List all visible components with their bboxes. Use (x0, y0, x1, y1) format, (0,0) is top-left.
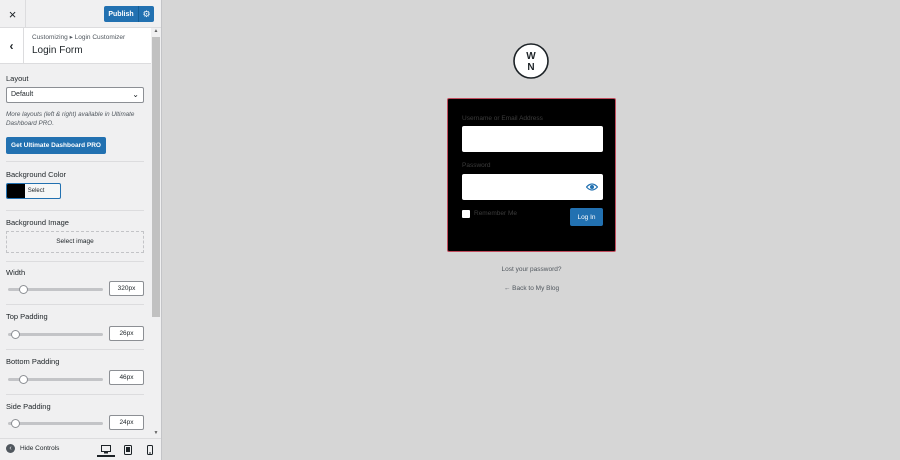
slider-handle[interactable] (18, 285, 28, 294)
divider (6, 304, 144, 305)
customizer-sidebar: × Publish ⚙ ‹ Customizing ▸ Login Custom… (0, 0, 162, 460)
layout-selected-value: Default (11, 91, 34, 98)
background-color-label: Background Color (6, 170, 67, 179)
get-pro-button[interactable]: Get Ultimate Dashboard PRO (6, 137, 106, 154)
side-padding-label: Side Padding (6, 402, 51, 411)
select-image-button[interactable]: Select image (6, 231, 144, 253)
scrollbar[interactable]: ▲ ▼ (151, 28, 161, 438)
divider (6, 161, 144, 162)
color-swatch (7, 184, 25, 198)
password-label: Password (462, 162, 491, 169)
slider-handle[interactable] (18, 375, 28, 384)
scroll-up-icon[interactable]: ▲ (151, 28, 161, 36)
lost-password-link[interactable]: Lost your password? (447, 266, 616, 273)
side-padding-slider[interactable] (8, 419, 103, 428)
log-in-button[interactable]: Log In (570, 208, 603, 226)
close-icon[interactable]: × (0, 0, 26, 28)
controls-panel: Layout Default ⌄ More layouts (left & ri… (0, 64, 151, 438)
collapse-icon: ‹ (6, 444, 15, 453)
width-label: Width (6, 268, 26, 277)
remember-me-checkbox[interactable] (462, 210, 470, 218)
slider-handle[interactable] (11, 419, 21, 428)
back-arrow-icon[interactable]: ‹ (0, 28, 24, 64)
gear-icon[interactable]: ⚙ (138, 6, 154, 22)
slider-handle[interactable] (11, 330, 21, 339)
back-to-blog-link[interactable]: ← Back to My Blog (447, 285, 616, 292)
select-color-button[interactable]: Select Color (6, 183, 61, 199)
bottom-padding-label: Bottom Padding (6, 357, 60, 366)
select-color-label: Select Color (27, 188, 45, 194)
password-input[interactable] (462, 174, 603, 200)
layout-note: More layouts (left & right) available in… (6, 111, 135, 127)
layout-label: Layout (6, 74, 29, 83)
eye-icon[interactable] (586, 182, 598, 192)
publish-group: Publish ⚙ (104, 6, 154, 22)
side-padding-value[interactable]: 24px (109, 415, 144, 430)
desktop-preview-icon[interactable] (97, 443, 115, 457)
divider (6, 394, 144, 395)
username-label: Username or Email Address (462, 115, 543, 122)
login-preview: WN Username or Email Address Password Re… (162, 0, 900, 460)
hide-controls-label: Hide Controls (20, 445, 60, 452)
bottom-padding-slider[interactable] (8, 375, 103, 384)
mobile-preview-icon[interactable] (141, 443, 159, 457)
top-padding-value[interactable]: 26px (109, 326, 144, 341)
divider (6, 349, 144, 350)
top-padding-label: Top Padding (6, 312, 48, 321)
site-logo[interactable]: WN (512, 42, 550, 80)
customizer-header: × Publish ⚙ (0, 0, 161, 28)
customizer-footer: ‹ Hide Controls (0, 438, 161, 460)
scroll-down-icon[interactable]: ▼ (151, 430, 161, 438)
section-header: ‹ Customizing ▸ Login Customizer Login F… (0, 28, 161, 64)
scrollbar-thumb[interactable] (152, 37, 160, 317)
chevron-down-icon: ⌄ (132, 90, 139, 99)
login-form: Username or Email Address Password Remem… (447, 98, 616, 252)
tablet-preview-icon[interactable] (119, 443, 137, 457)
top-padding-slider[interactable] (8, 330, 103, 339)
width-slider[interactable] (8, 285, 103, 294)
publish-button[interactable]: Publish (104, 6, 138, 22)
breadcrumb: Customizing ▸ Login Customizer (32, 34, 126, 41)
width-value[interactable]: 320px (109, 281, 144, 296)
background-image-label: Background Image (6, 218, 69, 227)
section-title: Login Form (32, 45, 83, 56)
divider (6, 210, 144, 211)
username-input[interactable] (462, 126, 603, 152)
bottom-padding-value[interactable]: 46px (109, 370, 144, 385)
layout-select[interactable]: Default ⌄ (6, 87, 144, 103)
divider (6, 261, 144, 262)
remember-me-label: Remember Me (474, 210, 517, 217)
hide-controls-button[interactable]: ‹ Hide Controls (6, 444, 59, 453)
